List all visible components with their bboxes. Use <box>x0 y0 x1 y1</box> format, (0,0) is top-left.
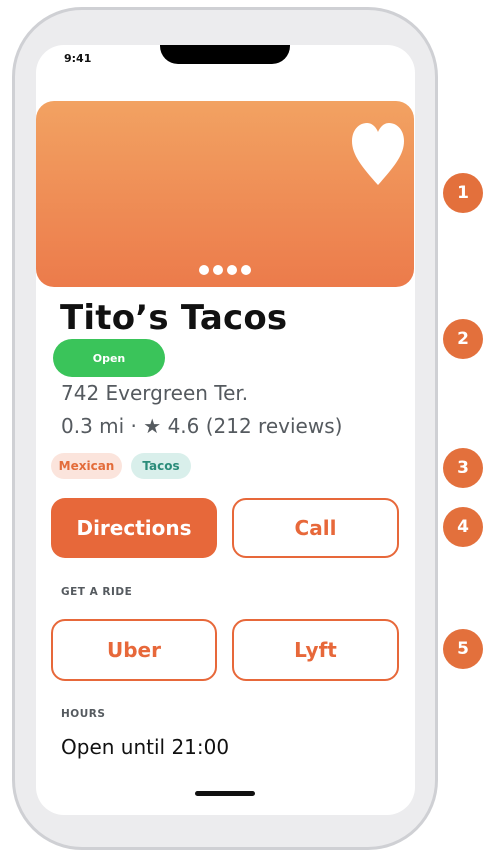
carousel-dots[interactable] <box>36 265 414 275</box>
directions-button[interactable]: Directions <box>51 498 217 558</box>
hours-section-label: HOURS <box>61 708 106 720</box>
hero-image[interactable] <box>36 101 414 287</box>
status-badge: Open <box>53 339 165 377</box>
call-button[interactable]: Call <box>232 498 399 558</box>
annotation-marker-4: 4 <box>443 507 483 547</box>
heart-icon[interactable] <box>350 121 406 187</box>
tag-tacos[interactable]: Tacos <box>131 453 191 479</box>
canvas: 9:41 Tito’s Tacos Open 742 Evergreen Ter… <box>0 0 486 854</box>
carousel-dot[interactable] <box>213 265 223 275</box>
place-address: 742 Evergreen Ter. <box>61 381 249 405</box>
status-time: 9:41 <box>64 52 92 65</box>
carousel-dot[interactable] <box>199 265 209 275</box>
tag-mexican[interactable]: Mexican <box>51 453 122 479</box>
annotation-marker-3: 3 <box>443 448 483 488</box>
place-meta: 0.3 mi · ★ 4.6 (212 reviews) <box>61 414 343 438</box>
uber-button[interactable]: Uber <box>51 619 217 681</box>
carousel-dot[interactable] <box>241 265 251 275</box>
hours-text: Open until 21:00 <box>61 735 230 759</box>
notch <box>160 45 290 64</box>
annotation-marker-5: 5 <box>443 629 483 669</box>
lyft-button[interactable]: Lyft <box>232 619 399 681</box>
annotation-marker-1: 1 <box>443 173 483 213</box>
place-name: Tito’s Tacos <box>60 298 288 338</box>
annotation-marker-2: 2 <box>443 319 483 359</box>
carousel-dot[interactable] <box>227 265 237 275</box>
ride-section-label: GET A RIDE <box>61 586 133 598</box>
home-indicator[interactable] <box>195 791 255 796</box>
